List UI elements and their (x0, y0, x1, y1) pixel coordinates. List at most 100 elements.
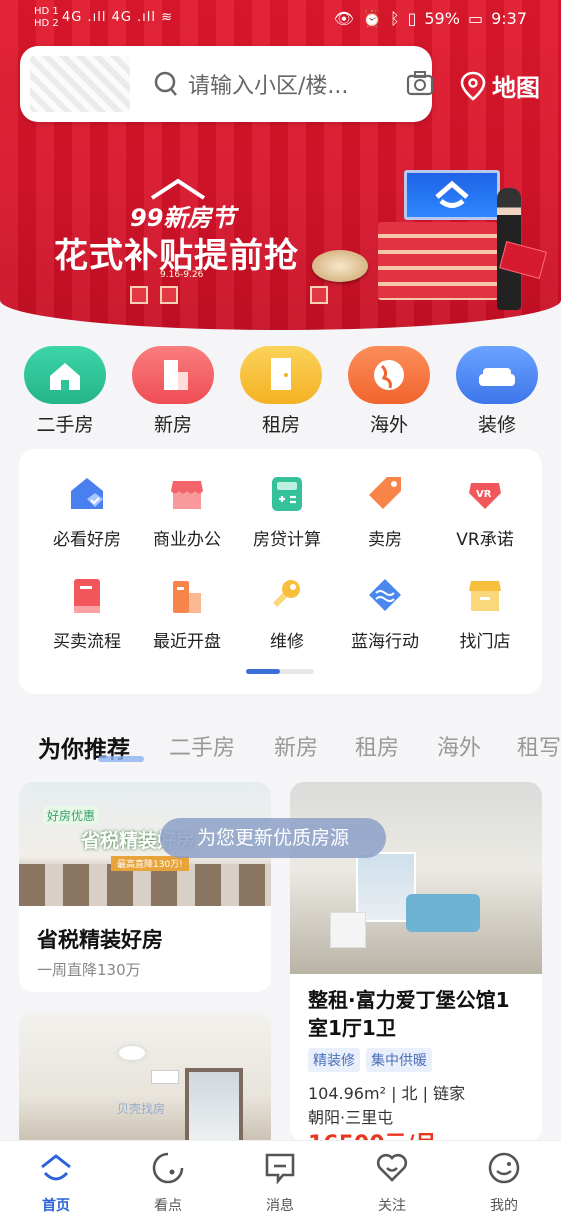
building-new-icon (173, 581, 201, 613)
category-decoration[interactable]: 装修 (456, 346, 538, 437)
category-row: 二手房 新房 租房 海外 装修 (0, 346, 561, 438)
bottom-tabbar: 首页 看点 消息 关注 我的 (0, 1140, 561, 1216)
listing-subtitle: 一周直降130万 (37, 961, 141, 979)
window-graphic (185, 1068, 243, 1148)
page-indicator (246, 669, 314, 674)
globe-icon (348, 346, 430, 404)
sim-indicator: HD 1 HD 2 (34, 6, 59, 29)
feature-repair[interactable]: 维修 (237, 577, 337, 652)
battery-percent: 59% (424, 9, 460, 28)
search-icon (154, 71, 177, 96)
alarm-icon: ⏰ (362, 9, 382, 28)
feature-new-opening[interactable]: 最近开盘 (137, 577, 237, 652)
feature-find-store[interactable]: 找门店 (435, 577, 535, 652)
profile-icon (488, 1152, 520, 1184)
tab-discover[interactable]: 看点 (128, 1151, 208, 1215)
category-label: 租房 (261, 414, 300, 436)
map-label: 地图 (492, 74, 540, 102)
tab-overseas[interactable]: 海外 (437, 730, 481, 762)
tab-home[interactable]: 首页 (16, 1151, 96, 1215)
book-icon (74, 579, 100, 613)
listing-card-room[interactable]: 贝壳找房 (19, 1012, 271, 1152)
home-tab-icon (41, 1154, 71, 1181)
watermark: 贝壳找房 (117, 1102, 166, 1116)
feature-sell-home[interactable]: 卖房 (335, 475, 435, 550)
search-bar[interactable]: 请输入小区/楼... (20, 46, 435, 122)
feature-label: 买卖流程 (53, 632, 121, 652)
recommend-tabs: 为你推荐 二手房 新房 租房 海外 租写 (0, 730, 561, 766)
feature-vr-promise[interactable]: VR VR承诺 (435, 475, 535, 550)
status-bar: HD 1 HD 2 4G .ıll 4G .ıll ≋ 👁 ⏰ ᛒ ▯ 59% ▭… (0, 0, 561, 40)
ac-graphic (151, 1070, 179, 1084)
category-overseas[interactable]: 海外 (348, 346, 430, 437)
ocean-icon (369, 579, 401, 611)
vibrate-icon: ▯ (407, 9, 417, 28)
store-icon (469, 581, 501, 611)
listing-image (290, 782, 542, 974)
camera-icon[interactable] (405, 68, 435, 98)
heart-icon (376, 1153, 408, 1182)
sofa-graphic (406, 894, 480, 932)
price-tag-icon (369, 477, 401, 509)
banner-dates: 9.16-9.26 (160, 270, 204, 280)
bluetooth-icon: ᛒ (389, 9, 400, 28)
gift-graphic (160, 286, 178, 304)
tab-label: 看点 (154, 1198, 182, 1214)
tab-rent-office[interactable]: 租写 (517, 730, 561, 762)
vr-icon: VR (469, 483, 501, 509)
table-graphic (330, 912, 366, 948)
feature-label: 房贷计算 (253, 530, 321, 550)
gift-graphic (310, 286, 328, 304)
listing-location: 朝阳·三里屯 (308, 1108, 394, 1127)
category-second-hand[interactable]: 二手房 (24, 346, 106, 437)
roof-icon (150, 178, 206, 200)
logo-icon (435, 180, 469, 208)
tab-rent[interactable]: 租房 (355, 730, 399, 762)
listing-card-promo[interactable]: 好房优惠 省税精装好房 最高直降130万! 省税精装好房 一周直降130万 (19, 782, 271, 992)
feature-label: VR承诺 (456, 530, 514, 550)
feature-commercial[interactable]: 商业办公 (137, 475, 237, 550)
feature-label: 维修 (270, 632, 304, 652)
location-pin-icon (460, 71, 486, 101)
tab-follow[interactable]: 关注 (352, 1151, 432, 1215)
feature-label: 卖房 (368, 530, 402, 550)
category-label: 新房 (153, 414, 192, 436)
listing-title: 整租·富力爱丁堡公馆1室1厅1卫 (308, 988, 510, 1040)
lamp-graphic (119, 1046, 145, 1060)
blurred-location (30, 56, 130, 112)
tab-second-hand[interactable]: 二手房 (169, 730, 235, 762)
promo-ad-sub: 最高直降130万! (111, 856, 189, 871)
feature-mortgage-calc[interactable]: 房贷计算 (237, 475, 337, 550)
gift-graphic (130, 286, 148, 304)
category-rent[interactable]: 租房 (240, 346, 322, 437)
clock: 9:37 (491, 9, 527, 28)
discover-icon (152, 1152, 184, 1184)
tab-profile[interactable]: 我的 (464, 1151, 544, 1215)
tab-for-you[interactable]: 为你推荐 (38, 730, 144, 764)
signal-icon: 4G .ıll 4G .ıll ≋ (62, 10, 174, 25)
tab-new-home[interactable]: 新房 (274, 730, 318, 762)
feature-blue-ocean[interactable]: 蓝海行动 (335, 577, 435, 652)
feature-process[interactable]: 买卖流程 (37, 577, 137, 652)
shop-icon (171, 481, 203, 509)
tab-label: 消息 (266, 1198, 294, 1214)
eye-icon: 👁 (333, 9, 355, 28)
feature-label: 找门店 (459, 632, 511, 652)
wrench-icon (272, 580, 300, 608)
search-input[interactable]: 请输入小区/楼... (188, 68, 348, 100)
update-toast: 为您更新优质房源 (160, 818, 386, 858)
shelf-graphic (378, 222, 498, 300)
calculator-icon (272, 477, 302, 511)
category-label: 二手房 (36, 414, 94, 436)
tab-messages[interactable]: 消息 (240, 1151, 320, 1215)
building-icon (132, 346, 214, 404)
listing-tag: 集中供暖 (366, 1048, 432, 1072)
house-check-icon (71, 478, 103, 509)
feature-label: 最近开盘 (153, 632, 221, 652)
category-new-home[interactable]: 新房 (132, 346, 214, 437)
feature-must-see[interactable]: 必看好房 (37, 475, 137, 550)
tab-label: 我的 (490, 1198, 518, 1214)
home-icon (24, 346, 106, 404)
map-button[interactable]: 地图 (460, 68, 540, 103)
feature-grid: 必看好房 商业办公 房贷计算 卖房 VR VR承诺 买卖流程 最近开盘 维修 蓝… (19, 449, 542, 694)
